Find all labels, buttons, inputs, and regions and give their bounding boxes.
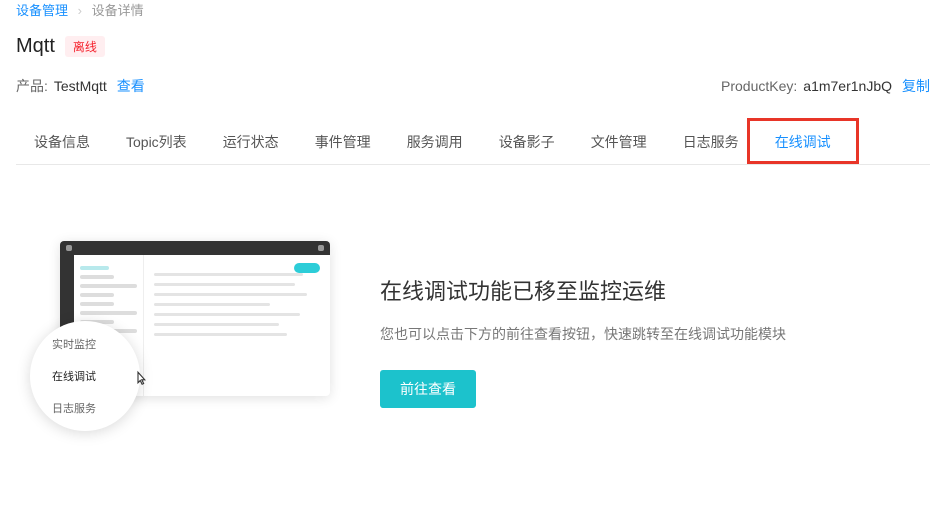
tab-event-mgmt[interactable]: 事件管理 bbox=[297, 122, 389, 164]
status-badge-offline: 离线 bbox=[65, 36, 105, 57]
breadcrumb-separator: › bbox=[78, 3, 82, 18]
tab-online-debug[interactable]: 在线调试 bbox=[757, 122, 849, 164]
tab-file-mgmt[interactable]: 文件管理 bbox=[573, 122, 665, 164]
tab-device-info[interactable]: 设备信息 bbox=[16, 122, 108, 164]
tab-log-service[interactable]: 日志服务 bbox=[665, 122, 757, 164]
tabs-nav: 设备信息 Topic列表 运行状态 事件管理 服务调用 设备影子 文件管理 日志… bbox=[16, 122, 930, 165]
cursor-icon bbox=[132, 370, 150, 391]
product-name: TestMqtt bbox=[54, 78, 107, 94]
device-title: Mqtt bbox=[16, 35, 55, 58]
popup-menu: 实时监控 在线调试 日志服务 bbox=[30, 321, 140, 431]
popup-item-log: 日志服务 bbox=[52, 400, 140, 416]
tab-service-call[interactable]: 服务调用 bbox=[389, 122, 481, 164]
breadcrumb-parent[interactable]: 设备管理 bbox=[16, 3, 68, 18]
copy-productkey-link[interactable]: 复制 bbox=[902, 76, 930, 96]
popup-item-online-debug: 在线调试 bbox=[52, 368, 140, 384]
productkey-value: a1m7er1nJbQ bbox=[803, 78, 892, 94]
view-product-link[interactable]: 查看 bbox=[117, 76, 145, 96]
product-label: 产品: bbox=[16, 76, 48, 96]
tab-running-status[interactable]: 运行状态 bbox=[205, 122, 297, 164]
tab-device-shadow[interactable]: 设备影子 bbox=[481, 122, 573, 164]
panel-title: 在线调试功能已移至监控运维 bbox=[380, 274, 916, 306]
panel-description: 您也可以点击下方的前往查看按钮，快速跳转至在线调试功能模块 bbox=[380, 324, 916, 344]
illustration: 实时监控 在线调试 日志服务 bbox=[30, 241, 330, 441]
breadcrumb-current: 设备详情 bbox=[92, 3, 144, 18]
go-view-button[interactable]: 前往查看 bbox=[380, 370, 476, 408]
tab-topic-list[interactable]: Topic列表 bbox=[108, 122, 205, 164]
productkey-label: ProductKey: bbox=[721, 78, 797, 94]
breadcrumb: 设备管理 › 设备详情 bbox=[0, 0, 946, 27]
popup-item-realtime: 实时监控 bbox=[52, 336, 140, 352]
